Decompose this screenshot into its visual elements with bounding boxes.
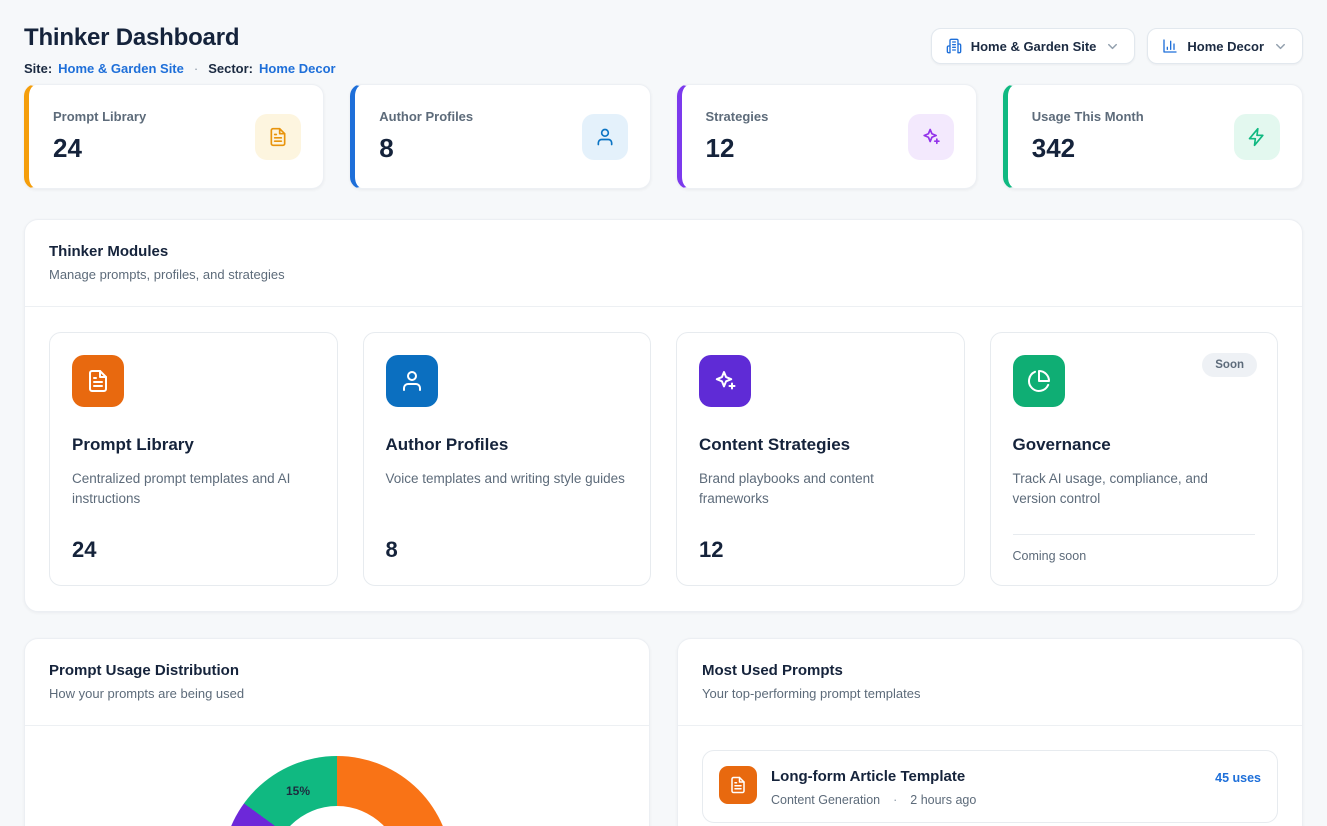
modules-header: Thinker Modules Manage prompts, profiles… bbox=[25, 220, 1302, 307]
header-selectors: Home & Garden Site Home Decor bbox=[931, 28, 1303, 64]
stat-text: Usage This Month 342 bbox=[1032, 109, 1144, 164]
prompts-panel-subtitle: Your top-performing prompt templates bbox=[702, 686, 1278, 701]
soon-badge: Soon bbox=[1202, 353, 1257, 377]
usage-distribution-panel: Prompt Usage Distribution How your promp… bbox=[24, 638, 650, 826]
site-selector-label: Home & Garden Site bbox=[971, 39, 1097, 54]
breadcrumb: Site: Home & Garden Site · Sector: Home … bbox=[24, 61, 336, 76]
document-icon bbox=[719, 766, 757, 804]
sector-link[interactable]: Home Decor bbox=[259, 61, 336, 76]
stat-card-usage: Usage This Month 342 bbox=[1003, 84, 1303, 189]
stat-label: Prompt Library bbox=[53, 109, 146, 124]
prompt-title: Long-form Article Template bbox=[771, 768, 1201, 785]
module-description: Brand playbooks and content frameworks bbox=[699, 469, 942, 510]
sparkle-star-icon bbox=[699, 355, 751, 407]
stat-value: 24 bbox=[53, 133, 146, 164]
usage-panel-header: Prompt Usage Distribution How your promp… bbox=[25, 639, 649, 726]
title-block: Thinker Dashboard Site: Home & Garden Si… bbox=[24, 24, 336, 76]
bar-chart-icon bbox=[1162, 38, 1178, 54]
prompt-time: 2 hours ago bbox=[910, 793, 976, 807]
usage-panel-title: Prompt Usage Distribution bbox=[49, 662, 625, 679]
module-title: Prompt Library bbox=[72, 435, 315, 455]
header: Thinker Dashboard Site: Home & Garden Si… bbox=[24, 24, 1303, 76]
module-card-author-profiles[interactable]: Author Profiles Voice templates and writ… bbox=[363, 332, 652, 586]
site-link[interactable]: Home & Garden Site bbox=[58, 61, 184, 76]
stat-value: 342 bbox=[1032, 133, 1144, 164]
stat-card-prompt-library: Prompt Library 24 bbox=[24, 84, 324, 189]
module-card-governance[interactable]: Soon Governance Track AI usage, complian… bbox=[990, 332, 1279, 586]
site-selector-dropdown[interactable]: Home & Garden Site bbox=[931, 28, 1136, 64]
site-label: Site: bbox=[24, 61, 52, 76]
module-description: Centralized prompt templates and AI inst… bbox=[72, 469, 315, 510]
module-title: Governance bbox=[1013, 435, 1256, 455]
module-title: Content Strategies bbox=[699, 435, 942, 455]
coming-soon-label: Coming soon bbox=[1013, 549, 1256, 563]
module-description: Voice templates and writing style guides bbox=[386, 469, 629, 489]
sparkle-star-icon bbox=[908, 114, 954, 160]
prompts-panel-title: Most Used Prompts bbox=[702, 662, 1278, 679]
module-description: Track AI usage, compliance, and version … bbox=[1013, 469, 1256, 510]
document-icon bbox=[72, 355, 124, 407]
thinker-modules-section: Thinker Modules Manage prompts, profiles… bbox=[24, 219, 1303, 612]
prompt-uses-badge: 45 uses bbox=[1215, 771, 1261, 785]
module-count: 12 bbox=[699, 537, 942, 563]
prompt-list-item[interactable]: Long-form Article Template Content Gener… bbox=[702, 750, 1278, 823]
prompt-info: Long-form Article Template Content Gener… bbox=[771, 766, 1201, 807]
donut-segment-label: 15% bbox=[286, 784, 310, 798]
page-title: Thinker Dashboard bbox=[24, 24, 336, 52]
donut-chart: 15% bbox=[222, 756, 452, 826]
donut-chart-area: 15% bbox=[25, 726, 649, 826]
sector-selector-label: Home Decor bbox=[1187, 39, 1264, 54]
chevron-down-icon bbox=[1273, 39, 1288, 54]
bottom-row: Prompt Usage Distribution How your promp… bbox=[24, 638, 1303, 826]
stats-row: Prompt Library 24 Author Profiles 8 Stra… bbox=[24, 84, 1303, 189]
meta-separator: · bbox=[893, 793, 897, 807]
stat-value: 8 bbox=[379, 133, 473, 164]
stat-label: Strategies bbox=[706, 109, 769, 124]
stat-value: 12 bbox=[706, 133, 769, 164]
sector-selector-dropdown[interactable]: Home Decor bbox=[1147, 28, 1303, 64]
stat-text: Prompt Library 24 bbox=[53, 109, 146, 164]
person-icon bbox=[582, 114, 628, 160]
pie-chart-icon bbox=[1013, 355, 1065, 407]
most-used-prompts-panel: Most Used Prompts Your top-performing pr… bbox=[677, 638, 1303, 826]
stat-card-author-profiles: Author Profiles 8 bbox=[350, 84, 650, 189]
module-divider bbox=[1013, 534, 1256, 535]
stat-label: Usage This Month bbox=[1032, 109, 1144, 124]
stat-card-strategies: Strategies 12 bbox=[677, 84, 977, 189]
module-card-content-strategies[interactable]: Content Strategies Brand playbooks and c… bbox=[676, 332, 965, 586]
sector-label: Sector: bbox=[208, 61, 253, 76]
modules-grid: Prompt Library Centralized prompt templa… bbox=[25, 307, 1302, 611]
stat-label: Author Profiles bbox=[379, 109, 473, 124]
module-card-prompt-library[interactable]: Prompt Library Centralized prompt templa… bbox=[49, 332, 338, 586]
usage-panel-subtitle: How your prompts are being used bbox=[49, 686, 625, 701]
person-icon bbox=[386, 355, 438, 407]
chevron-down-icon bbox=[1105, 39, 1120, 54]
module-count: 8 bbox=[386, 537, 629, 563]
module-title: Author Profiles bbox=[386, 435, 629, 455]
modules-subtitle: Manage prompts, profiles, and strategies bbox=[49, 267, 1278, 282]
stat-text: Author Profiles 8 bbox=[379, 109, 473, 164]
lightning-icon bbox=[1234, 114, 1280, 160]
module-count: 24 bbox=[72, 537, 315, 563]
breadcrumb-separator: · bbox=[194, 61, 198, 76]
building-icon bbox=[946, 38, 962, 54]
prompts-panel-header: Most Used Prompts Your top-performing pr… bbox=[678, 639, 1302, 726]
stat-text: Strategies 12 bbox=[706, 109, 769, 164]
thinker-dashboard-page: Thinker Dashboard Site: Home & Garden Si… bbox=[0, 0, 1327, 826]
document-icon bbox=[255, 114, 301, 160]
prompt-category: Content Generation bbox=[771, 793, 880, 807]
modules-title: Thinker Modules bbox=[49, 243, 1278, 260]
prompt-meta: Content Generation · 2 hours ago bbox=[771, 793, 1201, 807]
